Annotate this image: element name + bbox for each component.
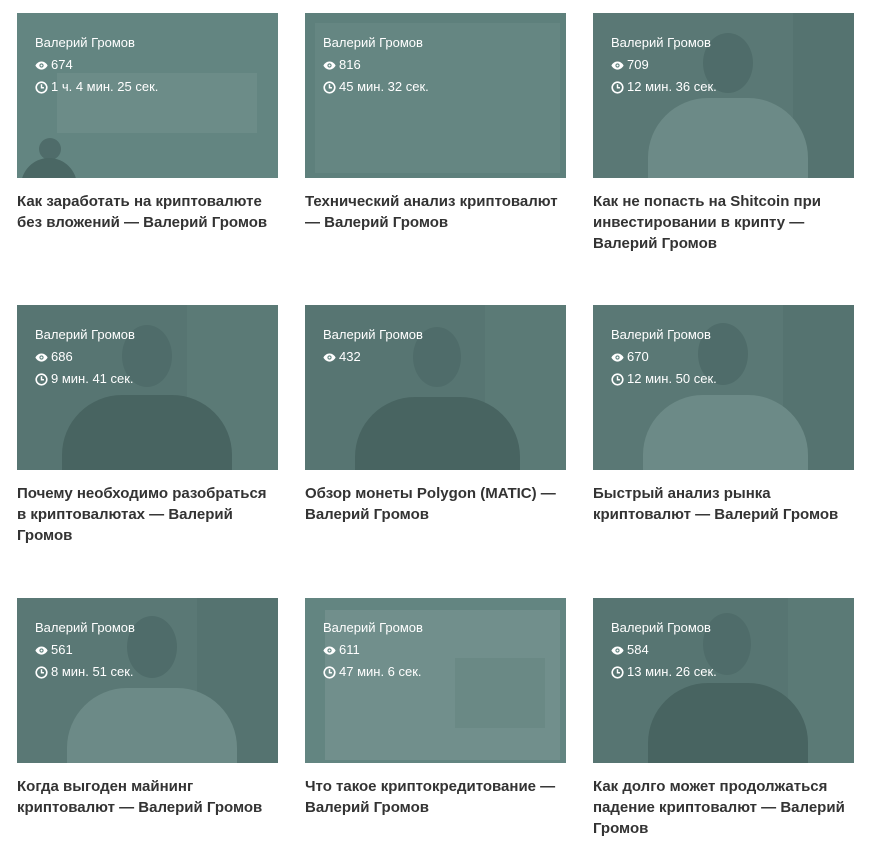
video-thumbnail[interactable]: Валерий Громов 611 47 мин. 6 сек. — [305, 598, 566, 763]
eye-icon — [323, 645, 336, 655]
video-duration: 8 мин. 51 сек. — [51, 664, 134, 679]
eye-icon — [35, 645, 48, 655]
video-thumbnail[interactable]: Валерий Громов 432 — [305, 305, 566, 470]
video-thumbnail[interactable]: Валерий Громов 561 8 мин. 51 сек. — [17, 598, 278, 763]
author-name: Валерий Громов — [611, 327, 711, 342]
author-name: Валерий Громов — [323, 327, 423, 342]
video-card[interactable]: Валерий Громов 561 8 мин. 51 сек. Когда … — [17, 598, 278, 818]
video-thumbnail[interactable]: Валерий Громов 816 45 мин. 32 сек. — [305, 13, 566, 178]
author-name: Валерий Громов — [323, 35, 423, 50]
video-card[interactable]: Валерий Громов 686 9 мин. 41 сек. Почему… — [17, 305, 278, 546]
clock-icon — [35, 372, 48, 386]
view-count: 709 — [627, 57, 649, 72]
video-duration: 1 ч. 4 мин. 25 сек. — [51, 79, 159, 94]
video-thumbnail[interactable]: Валерий Громов 584 13 мин. 26 сек. — [593, 598, 854, 763]
view-count: 561 — [51, 642, 73, 657]
video-title[interactable]: Как заработать на криптовалюте без вложе… — [17, 191, 279, 233]
clock-icon — [35, 665, 48, 679]
video-thumbnail[interactable]: Валерий Громов 674 1 ч. 4 мин. 25 сек. — [17, 13, 278, 178]
author-name: Валерий Громов — [611, 35, 711, 50]
video-title[interactable]: Быстрый анализ рынка криптовалют — Валер… — [593, 483, 855, 525]
author-name: Валерий Громов — [35, 327, 135, 342]
eye-icon — [611, 352, 624, 362]
eye-icon — [323, 352, 336, 362]
video-duration: 45 мин. 32 сек. — [339, 79, 429, 94]
video-thumbnail[interactable]: Валерий Громов 709 12 мин. 36 сек. — [593, 13, 854, 178]
eye-icon — [35, 352, 48, 362]
video-duration: 12 мин. 36 сек. — [627, 79, 717, 94]
video-title[interactable]: Технический анализ криптовалют — Валерий… — [305, 191, 567, 233]
eye-icon — [35, 60, 48, 70]
video-duration: 9 мин. 41 сек. — [51, 371, 134, 386]
video-duration: 13 мин. 26 сек. — [627, 664, 717, 679]
author-name: Валерий Громов — [611, 620, 711, 635]
author-name: Валерий Громов — [35, 35, 135, 50]
view-count: 670 — [627, 349, 649, 364]
view-count: 584 — [627, 642, 649, 657]
video-grid: Валерий Громов 674 1 ч. 4 мин. 25 сек. К… — [0, 0, 875, 844]
video-title[interactable]: Как долго может продолжаться падение кри… — [593, 776, 855, 839]
eye-icon — [323, 60, 336, 70]
clock-icon — [611, 80, 624, 94]
view-count: 674 — [51, 57, 73, 72]
clock-icon — [323, 665, 336, 679]
author-name: Валерий Громов — [323, 620, 423, 635]
video-card[interactable]: Валерий Громов 584 13 мин. 26 сек. Как д… — [593, 598, 854, 839]
view-count: 611 — [339, 642, 360, 657]
clock-icon — [611, 372, 624, 386]
author-name: Валерий Громов — [35, 620, 135, 635]
clock-icon — [323, 80, 336, 94]
eye-icon — [611, 645, 624, 655]
video-title[interactable]: Как не попасть на Shitcoin при инвестиро… — [593, 191, 855, 254]
video-title[interactable]: Почему необходимо разобраться в криптова… — [17, 483, 279, 546]
video-thumbnail[interactable]: Валерий Громов 686 9 мин. 41 сек. — [17, 305, 278, 470]
view-count: 686 — [51, 349, 73, 364]
video-card[interactable]: Валерий Громов 709 12 мин. 36 сек. Как н… — [593, 13, 854, 254]
video-title[interactable]: Что такое криптокредитование — Валерий Г… — [305, 776, 567, 818]
video-duration: 12 мин. 50 сек. — [627, 371, 717, 386]
video-thumbnail[interactable]: Валерий Громов 670 12 мин. 50 сек. — [593, 305, 854, 470]
video-card[interactable]: Валерий Громов 816 45 мин. 32 сек. Техни… — [305, 13, 566, 233]
eye-icon — [611, 60, 624, 70]
video-duration: 47 мин. 6 сек. — [339, 664, 422, 679]
clock-icon — [611, 665, 624, 679]
video-title[interactable]: Обзор монеты Polygon (MATIC) — Валерий Г… — [305, 483, 567, 525]
view-count: 816 — [339, 57, 361, 72]
view-count: 432 — [339, 349, 361, 364]
video-card[interactable]: Валерий Громов 432 Обзор монеты Polygon … — [305, 305, 566, 525]
video-card[interactable]: Валерий Громов 670 12 мин. 50 сек. Быстр… — [593, 305, 854, 525]
video-title[interactable]: Когда выгоден майнинг криптовалют — Вале… — [17, 776, 279, 818]
video-card[interactable]: Валерий Громов 611 47 мин. 6 сек. Что та… — [305, 598, 566, 818]
video-card[interactable]: Валерий Громов 674 1 ч. 4 мин. 25 сек. К… — [17, 13, 278, 233]
clock-icon — [35, 80, 48, 94]
